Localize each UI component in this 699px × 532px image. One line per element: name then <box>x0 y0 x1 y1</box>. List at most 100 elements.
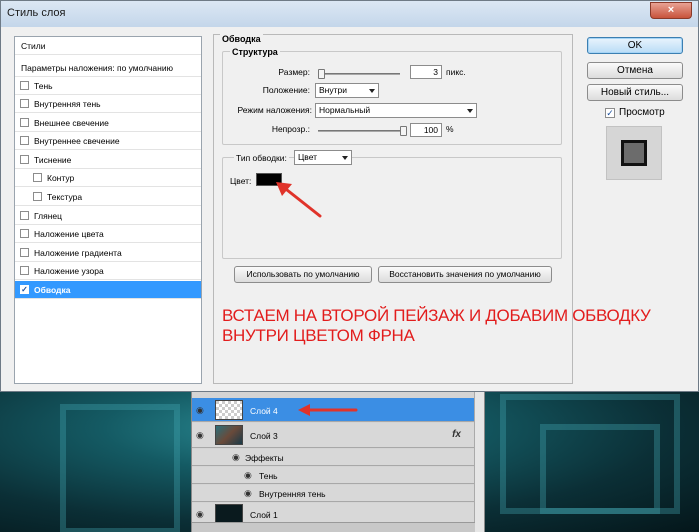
size-slider[interactable] <box>318 69 400 79</box>
size-unit: пикс. <box>446 67 466 77</box>
close-button[interactable]: × <box>650 2 692 19</box>
opacity-unit: % <box>446 124 454 134</box>
style-checkbox[interactable] <box>20 155 29 164</box>
style-item-shadow[interactable]: Тень <box>15 77 201 95</box>
layers-scrollbar[interactable] <box>474 392 484 532</box>
reset-default-button[interactable]: Восстановить значения по умолчанию <box>378 266 552 283</box>
chevron-down-icon <box>342 156 348 160</box>
blend-mode-select[interactable]: Нормальный <box>315 103 477 118</box>
style-item-inner-shadow[interactable]: Внутренняя тень <box>15 95 201 113</box>
eye-icon[interactable]: ◉ <box>232 453 244 462</box>
layer-row[interactable]: ◉ Слой 4 <box>192 398 475 422</box>
style-checkbox[interactable] <box>20 266 29 275</box>
style-checkbox[interactable] <box>20 99 29 108</box>
style-checkbox[interactable] <box>20 248 29 257</box>
style-item-gradient-overlay[interactable]: Наложение градиента <box>15 244 201 262</box>
eye-icon[interactable]: ◉ <box>244 471 256 480</box>
new-style-button[interactable]: Новый стиль... <box>587 84 683 101</box>
opacity-slider-thumb[interactable] <box>400 126 407 136</box>
title-bar[interactable]: Стиль слоя × <box>1 1 698 27</box>
position-label: Положение: <box>262 85 310 95</box>
style-item-color-overlay[interactable]: Наложение цвета <box>15 225 201 243</box>
layer-style-dialog: Стиль слоя × Стили Параметры наложения: … <box>0 0 699 392</box>
size-slider-thumb[interactable] <box>318 69 325 79</box>
red-arrow-annotation <box>276 182 322 218</box>
layer-name: Слой 3 <box>250 431 278 441</box>
effects-row[interactable]: ◉ Эффекты <box>192 449 475 466</box>
size-label: Размер: <box>278 67 310 77</box>
style-item-label: Тиснение <box>34 154 72 165</box>
size-input[interactable]: 3 <box>410 65 442 79</box>
preview-checkbox[interactable]: ✓ <box>605 108 615 118</box>
cancel-button[interactable]: Отмена <box>587 62 683 79</box>
blend-mode-select-value: Нормальный <box>319 105 371 115</box>
opacity-slider[interactable] <box>318 126 407 136</box>
style-checkbox-checked[interactable]: ✓ <box>20 285 29 294</box>
layers-bottom-toolbar <box>192 522 475 532</box>
color-label: Цвет: <box>230 176 252 186</box>
effect-label: Тень <box>259 471 278 481</box>
fill-type-label: Тип обводки: <box>234 153 289 163</box>
style-item-label: Внутренняя тень <box>34 98 101 109</box>
eye-icon[interactable]: ◉ <box>244 489 256 498</box>
structure-title: Структура <box>230 47 280 57</box>
style-item-inner-glow[interactable]: Внутреннее свечение <box>15 132 201 150</box>
style-item-label: Глянец <box>34 210 62 221</box>
position-select-value: Внутри <box>319 85 347 95</box>
style-item-stroke[interactable]: ✓ Обводка <box>15 281 201 299</box>
style-item-label: Контур <box>47 172 75 183</box>
fx-icon[interactable]: fx <box>452 429 461 440</box>
styles-list: Стили Параметры наложения: по умолчанию … <box>14 36 202 384</box>
style-item-label: Обводка <box>34 284 71 295</box>
styles-header[interactable]: Стили <box>15 37 201 55</box>
window-title: Стиль слоя <box>7 7 66 19</box>
position-select[interactable]: Внутри <box>315 83 379 98</box>
layer-thumbnail <box>215 504 243 524</box>
style-item-emboss[interactable]: Тиснение <box>15 151 201 169</box>
style-item-outer-glow[interactable]: Внешнее свечение <box>15 114 201 132</box>
style-item-contour[interactable]: Контур <box>15 169 201 187</box>
background-band <box>60 404 180 532</box>
effect-row[interactable]: ◉ Внутренняя тень <box>192 485 475 502</box>
style-checkbox[interactable] <box>20 81 29 90</box>
style-checkbox[interactable] <box>20 136 29 145</box>
preview-swatch <box>621 140 647 166</box>
annotation-text: ВСТАЕМ НА ВТОРОЙ ПЕЙЗАЖ И ДОБАВИМ ОБВОДК… <box>222 306 651 345</box>
ok-button[interactable]: OK <box>587 37 683 54</box>
style-item-satin[interactable]: Глянец <box>15 207 201 225</box>
chevron-down-icon <box>369 89 375 93</box>
style-checkbox[interactable] <box>20 211 29 220</box>
style-item-texture[interactable]: Текстура <box>15 188 201 206</box>
layer-name: Слой 1 <box>250 510 278 520</box>
layer-thumbnail <box>215 425 243 445</box>
eye-icon[interactable]: ◉ <box>196 510 208 519</box>
chevron-down-icon <box>467 109 473 113</box>
fill-type-select-value: Цвет <box>298 152 318 162</box>
effect-row[interactable]: ◉ Тень <box>192 467 475 484</box>
stroke-section-title: Обводка <box>220 34 263 44</box>
style-item-pattern-overlay[interactable]: Наложение узора <box>15 262 201 280</box>
layers-panel: ◉ Слой 4 ◉ Слой 3 fx ◉ Эффекты ◉ Тень ◉ … <box>191 392 485 532</box>
style-checkbox[interactable] <box>33 192 42 201</box>
style-preview <box>606 126 662 180</box>
style-item-label: Внешнее свечение <box>34 117 109 128</box>
eye-icon[interactable]: ◉ <box>196 406 208 415</box>
blend-mode-label: Режим наложения: <box>237 105 313 115</box>
style-checkbox[interactable] <box>20 229 29 238</box>
layer-row[interactable]: ◉ Слой 3 fx <box>192 423 475 448</box>
style-item-label: Наложение узора <box>34 265 104 276</box>
opacity-input[interactable]: 100 <box>410 123 442 137</box>
styles-header-label: Стили <box>21 40 46 51</box>
layer-name: Слой 4 <box>250 406 278 416</box>
style-item-label: Наложение градиента <box>34 247 122 258</box>
effect-label: Внутренняя тень <box>259 489 326 499</box>
style-checkbox[interactable] <box>33 173 42 182</box>
eye-icon[interactable]: ◉ <box>196 431 208 440</box>
blending-options-item[interactable]: Параметры наложения: по умолчанию <box>15 59 201 77</box>
use-default-button[interactable]: Использовать по умолчанию <box>234 266 372 283</box>
style-item-label: Текстура <box>47 191 83 202</box>
style-item-label: Внутреннее свечение <box>34 135 120 146</box>
preview-label: Просмотр <box>619 107 665 118</box>
fill-type-select[interactable]: Цвет <box>294 150 352 165</box>
style-checkbox[interactable] <box>20 118 29 127</box>
